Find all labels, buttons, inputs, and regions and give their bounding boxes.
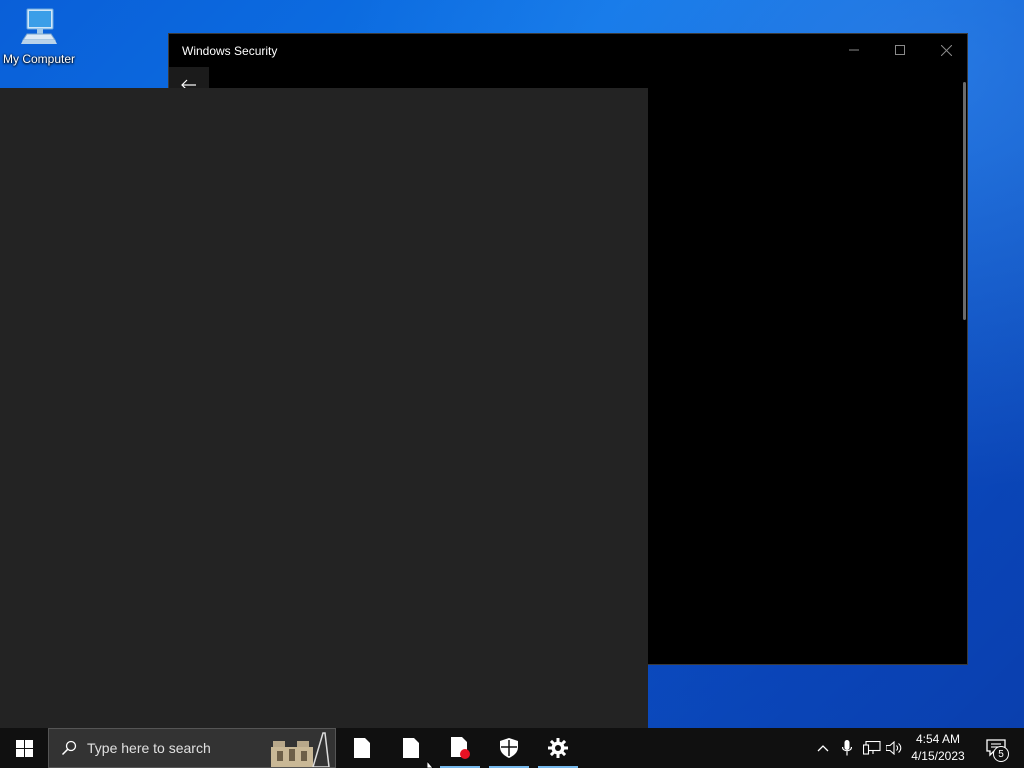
volume-button[interactable] — [884, 728, 906, 768]
close-icon — [940, 44, 952, 56]
taskbar-clock[interactable]: 4:54 AM 4/15/2023 — [906, 728, 970, 768]
window-title: Windows Security — [182, 44, 278, 58]
taskbar-search-box[interactable]: Type here to search — [48, 728, 336, 768]
network-icon — [863, 741, 881, 755]
computer-icon — [21, 8, 57, 44]
start-menu-panel — [0, 88, 648, 728]
taskbar-app-settings[interactable] — [534, 728, 582, 768]
mouse-cursor-icon — [427, 761, 434, 768]
windows-logo-icon — [15, 739, 33, 757]
desktop-icon-label: My Computer — [2, 52, 76, 66]
minimize-icon — [849, 49, 859, 51]
clock-date: 4/15/2023 — [911, 749, 965, 763]
file-icon — [403, 738, 419, 758]
shield-icon — [500, 738, 518, 758]
search-icon — [61, 740, 77, 756]
taskbar-app-windows-security[interactable] — [485, 728, 533, 768]
show-hidden-icons-button[interactable] — [812, 728, 834, 768]
file-recording-icon — [451, 737, 470, 759]
chevron-up-icon — [817, 745, 829, 752]
search-placeholder: Type here to search — [87, 740, 211, 756]
network-button[interactable] — [860, 728, 884, 768]
desktop-icon-my-computer[interactable]: My Computer — [0, 6, 78, 78]
volume-icon — [886, 741, 902, 755]
taskbar: Type here to search 4:54 AM 4/15/2023 5 — [0, 728, 1024, 768]
gear-icon — [548, 738, 568, 758]
close-button[interactable] — [923, 34, 969, 66]
microphone-button[interactable] — [836, 728, 858, 768]
taskbar-app-file-1[interactable] — [338, 728, 386, 768]
minimize-button[interactable] — [831, 34, 877, 66]
notification-count-badge: 5 — [993, 746, 1009, 762]
microphone-icon — [842, 740, 852, 756]
clock-time: 4:54 AM — [915, 732, 961, 746]
window-scrollbar[interactable] — [963, 82, 966, 320]
taskbar-app-recording[interactable] — [436, 728, 484, 768]
maximize-button[interactable] — [877, 34, 923, 66]
file-icon — [354, 738, 370, 758]
maximize-icon — [895, 45, 905, 55]
search-highlight-image — [271, 732, 330, 767]
action-center-button[interactable]: 5 — [976, 728, 1016, 768]
start-button[interactable] — [0, 728, 48, 768]
